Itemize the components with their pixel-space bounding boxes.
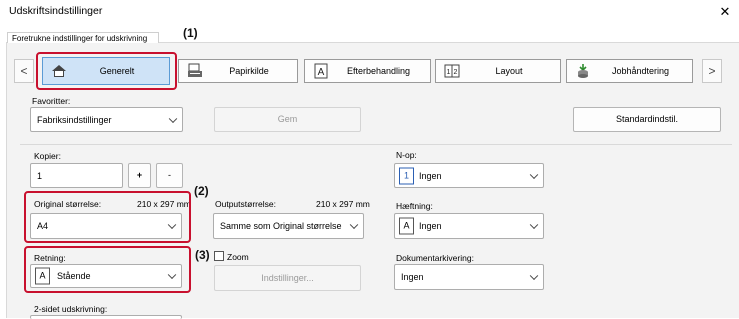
stapling-value: Ingen [419,221,442,231]
output-size-label: Outputstørrelse: [215,199,276,209]
copies-value: 1 [37,170,43,181]
toolbar-next-button[interactable]: > [702,59,722,83]
copies-decrement-button[interactable]: - [156,163,183,188]
copies-input[interactable]: 1 [30,163,123,188]
output-size-dims: 210 x 297 mm [316,199,370,209]
output-size-value: Samme som Original størrelse [220,221,342,231]
toolbar-button-finishing[interactable]: A Efterbehandling [304,59,431,83]
stapling-icon: A [399,217,414,235]
duplex-label: 2-sidet udskrivning: [34,304,108,314]
window-title: Udskriftsindstillinger [9,5,103,17]
chevron-down-icon [168,114,178,123]
close-icon: ✕ [719,4,731,19]
duplex-select[interactable] [30,315,182,319]
zoom-checkbox[interactable] [214,251,224,261]
chevron-down-icon [529,170,539,179]
doc-archiving-select[interactable]: Ingen [394,264,544,290]
chevron-right-icon: > [708,64,716,78]
toolbar-button-label: Jobhåndtering [611,66,670,76]
one-up-icon: 1 [399,167,414,184]
zoom-label: Zoom [227,252,249,262]
output-size-select[interactable]: Samme som Original størrelse [213,213,364,239]
favorites-label: Favoritter: [32,96,71,106]
chevron-down-icon [349,220,359,230]
section-divider [20,144,732,145]
stapling-label: Hæftning: [396,201,433,211]
finishing-icon: A [314,63,328,79]
nup-label: N-op: [396,150,417,160]
marker-3: (3) [195,248,210,262]
chevron-down-icon [529,271,539,281]
zoom-settings-button[interactable]: Indstillinger... [214,265,361,291]
highlight-box-3 [24,246,191,293]
svg-text:2: 2 [454,69,458,76]
toolbar-button-label: Layout [495,66,523,76]
toolbar-button-label: Papirkilde [229,66,269,76]
close-button[interactable]: ✕ [716,3,734,21]
toolbar-prev-button[interactable]: < [14,59,34,83]
favorites-select[interactable]: Fabriksindstillinger [30,107,183,132]
marker-2: (2) [194,184,209,198]
chevron-left-icon: < [20,64,28,78]
paper-tray-icon [188,63,202,77]
doc-archiving-value: Ingen [401,272,424,282]
favorites-value: Fabriksindstillinger [37,114,112,125]
save-button[interactable]: Gem [214,107,361,132]
copies-increment-button[interactable]: + [128,163,151,188]
marker-1: (1) [183,26,198,40]
highlight-box-1 [36,52,177,90]
defaults-button[interactable]: Standardindstil. [573,107,721,132]
svg-text:A: A [318,67,325,78]
job-handling-icon [578,64,588,78]
nup-select[interactable]: 1 Ingen [394,163,544,188]
nup-value: Ingen [419,170,442,181]
title-bar [0,0,739,26]
layout-icon: 1 2 [444,64,460,78]
highlight-box-2 [24,191,191,243]
chevron-down-icon [529,220,539,230]
stapling-select[interactable]: A Ingen [394,213,544,239]
toolbar-button-layout[interactable]: 1 2 Layout [435,59,561,83]
svg-text:1: 1 [447,69,451,76]
toolbar-button-job-handling[interactable]: Jobhåndtering [566,59,693,83]
toolbar-button-label: Efterbehandling [346,66,411,76]
copies-label: Kopier: [34,151,61,161]
toolbar-button-paper-source[interactable]: Papirkilde [178,59,298,83]
doc-archiving-label: Dokumentarkivering: [396,253,474,263]
